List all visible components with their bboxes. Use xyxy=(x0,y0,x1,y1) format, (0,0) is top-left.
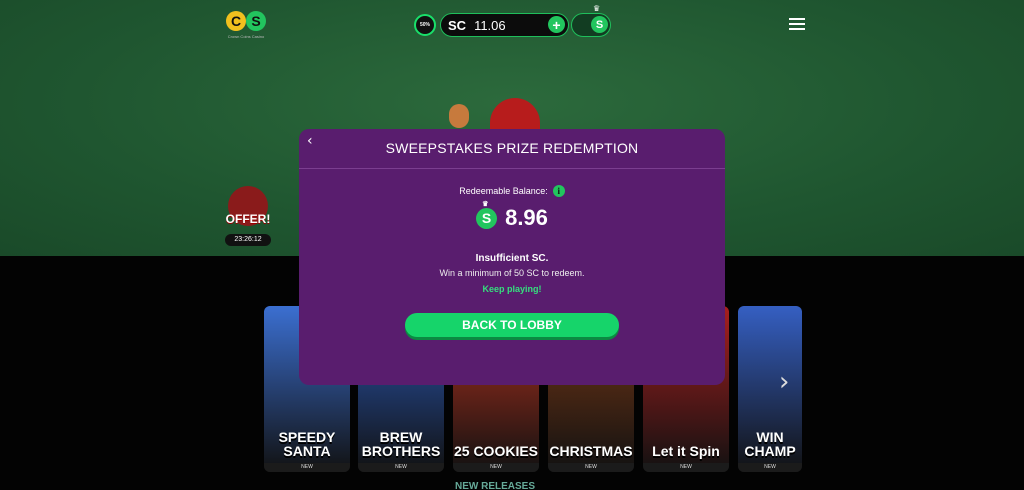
sweeps-coin-icon: S xyxy=(591,16,608,33)
balance-display[interactable]: SC 11.06 + xyxy=(440,13,569,37)
new-badge: NEW xyxy=(358,463,444,472)
logo-tagline: Crown Coins Casino xyxy=(227,34,265,39)
currency-toggle[interactable]: S xyxy=(571,13,611,37)
offer-widget[interactable]: OFFER! 23:26:12 xyxy=(222,186,274,248)
balance-amount: 11.06 xyxy=(474,17,506,33)
hamburger-icon[interactable] xyxy=(789,18,805,30)
game-title: BREW BROTHERS xyxy=(361,429,441,459)
redeemable-label: Redeemable Balance: xyxy=(459,186,548,196)
new-badge: NEW xyxy=(738,463,802,472)
coin-symbol: S xyxy=(481,210,492,226)
new-badge: NEW xyxy=(548,463,634,472)
new-badge: NEW xyxy=(264,463,350,472)
plus-icon[interactable]: + xyxy=(548,16,565,33)
info-icon[interactable]: i xyxy=(552,185,565,197)
redeemable-amount: 8.96 xyxy=(505,205,548,230)
game-title: 25 COOKIES xyxy=(453,443,539,459)
redeemable-row: Redeemable Balance: i xyxy=(299,185,725,197)
modal-title: SWEEPSTAKES PRIZE REDEMPTION xyxy=(385,140,639,156)
new-badge: NEW xyxy=(453,463,539,472)
logo-letter-c: C xyxy=(226,11,246,31)
insufficient-message: Insufficient SC. xyxy=(475,253,549,264)
offer-timer: 23:26:12 xyxy=(225,234,271,246)
currency-label: SC xyxy=(448,17,467,33)
crown-icon: ♛ xyxy=(593,4,601,13)
redeemable-balance: ♛ S 8.96 xyxy=(299,201,725,231)
game-card[interactable]: WIN CHAMP NEW xyxy=(738,306,802,472)
back-to-lobby-button[interactable]: BACK TO LOBBY xyxy=(405,313,619,337)
promo-badge[interactable]: 50% xyxy=(414,14,436,36)
new-badge: NEW xyxy=(643,463,729,472)
redemption-modal: ‹ SWEEPSTAKES PRIZE REDEMPTION Redeemabl… xyxy=(299,129,725,385)
section-title: NEW RELEASES xyxy=(455,481,536,490)
chevron-right-icon[interactable]: › xyxy=(779,367,789,397)
keep-playing-text: Keep playing! xyxy=(482,284,542,294)
game-title: SPEEDY SANTA xyxy=(278,429,336,459)
logo-letter-s: S xyxy=(246,11,266,31)
minimum-message: Win a minimum of 50 SC to redeem. xyxy=(439,268,585,278)
game-title: CHRISTMAS xyxy=(549,443,633,459)
gingerbread-decoration xyxy=(449,104,469,128)
offer-label: OFFER! xyxy=(225,212,271,226)
crown-icon: ♛ xyxy=(482,200,489,208)
sweeps-coin-icon: ♛ S xyxy=(476,201,498,229)
game-title: Let it Spin xyxy=(652,443,720,459)
logo[interactable]: C S Crown Coins Casino xyxy=(216,7,276,43)
modal-header: ‹ SWEEPSTAKES PRIZE REDEMPTION xyxy=(299,129,725,169)
game-title: WIN CHAMP xyxy=(744,429,796,459)
